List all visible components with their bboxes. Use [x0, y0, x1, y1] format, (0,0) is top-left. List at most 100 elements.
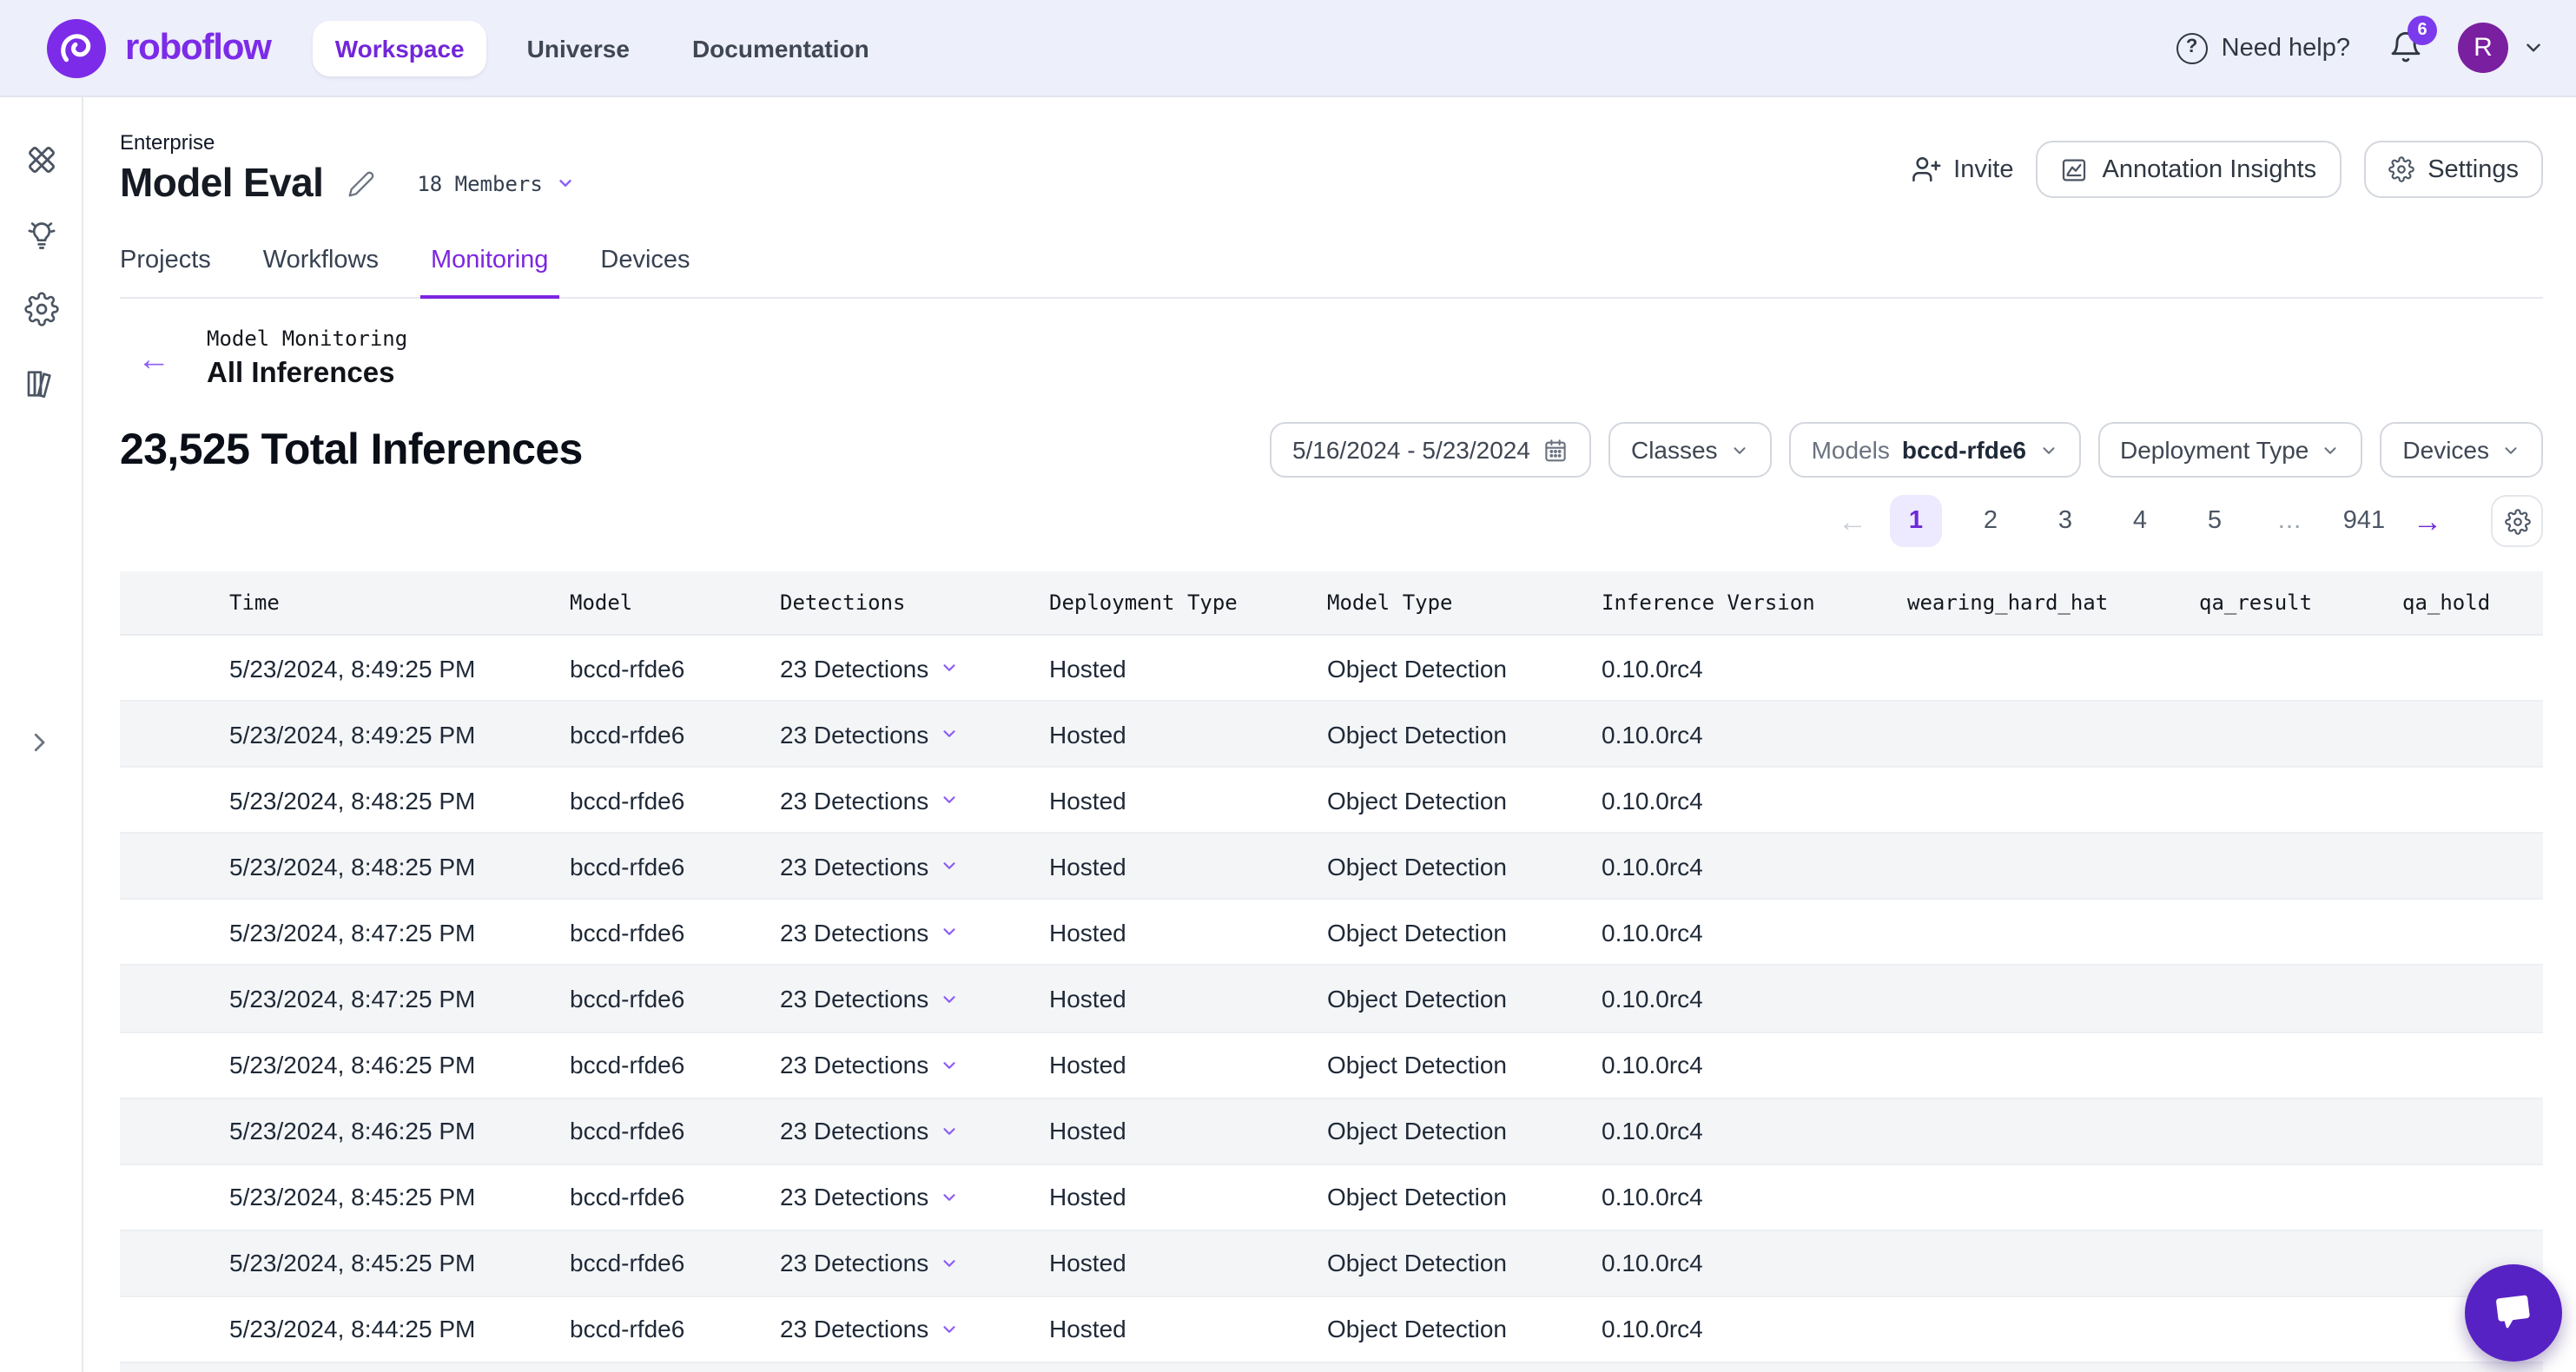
- column-header: Model Type: [1327, 590, 1602, 615]
- library-books-icon[interactable]: [23, 366, 58, 401]
- nav-link-universe[interactable]: Universe: [505, 20, 652, 76]
- table-row[interactable]: 5/23/2024, 8:46:25 PM bccd-rfde6 23 Dete…: [120, 1098, 2543, 1164]
- detections-dropdown[interactable]: 23 Detections: [780, 853, 1049, 881]
- detections-dropdown[interactable]: 23 Detections: [780, 1184, 1049, 1211]
- detections-dropdown[interactable]: 23 Detections: [780, 1316, 1049, 1343]
- lightbulb-icon[interactable]: [23, 217, 58, 252]
- chevron-down-icon: [939, 1055, 958, 1074]
- cell-deployment-type: Hosted: [1049, 720, 1327, 748]
- need-help-button[interactable]: ? Need help?: [2176, 32, 2350, 63]
- page-button-2[interactable]: 2: [1965, 495, 2017, 547]
- cell-deployment-type: Hosted: [1049, 1250, 1327, 1277]
- table-row[interactable]: 5/23/2024, 8:46:25 PM bccd-rfde6 23 Dete…: [120, 1032, 2543, 1098]
- cell-time: 5/23/2024, 8:47:25 PM: [229, 919, 570, 947]
- monitoring-header: ← Model Monitoring All Inferences: [120, 327, 2543, 391]
- next-page-arrow-icon[interactable]: →: [2413, 506, 2442, 536]
- tab-devices[interactable]: Devices: [590, 247, 700, 297]
- notifications-button[interactable]: 6: [2388, 30, 2423, 66]
- cell-model: bccd-rfde6: [570, 853, 780, 881]
- cell-deployment-type: Hosted: [1049, 853, 1327, 881]
- models-filter[interactable]: Models bccd-rfde6: [1789, 422, 2080, 478]
- detections-dropdown[interactable]: 23 Detections: [780, 919, 1049, 947]
- detections-dropdown[interactable]: 23 Detections: [780, 720, 1049, 748]
- cell-deployment-type: Hosted: [1049, 919, 1327, 947]
- edit-pencil-icon[interactable]: [347, 169, 375, 197]
- devices-filter[interactable]: Devices: [2380, 422, 2543, 478]
- user-plus-icon: [1912, 155, 1941, 184]
- table-row[interactable]: 5/23/2024, 8:48:25 PM bccd-rfde6 23 Dete…: [120, 768, 2543, 834]
- chevron-down-icon: [2321, 440, 2340, 459]
- table-row[interactable]: 5/23/2024, 8:47:25 PM bccd-rfde6 23 Dete…: [120, 966, 2543, 1032]
- pagination-row: ← 12345…941 →: [120, 495, 2543, 547]
- table-row[interactable]: 5/23/2024, 8:49:25 PM bccd-rfde6 23 Dete…: [120, 702, 2543, 768]
- table-settings-gear-button[interactable]: [2491, 495, 2543, 547]
- chevron-down-icon: [939, 724, 958, 743]
- detections-dropdown[interactable]: 23 Detections: [780, 1051, 1049, 1078]
- cell-deployment-type: Hosted: [1049, 1117, 1327, 1144]
- cell-model-type: Object Detection: [1327, 786, 1602, 814]
- cell-model: bccd-rfde6: [570, 1316, 780, 1343]
- table-row[interactable]: 5/23/2024, 8:47:25 PM bccd-rfde6 23 Dete…: [120, 900, 2543, 966]
- tab-projects[interactable]: Projects: [109, 247, 221, 297]
- nav-link-workspace[interactable]: Workspace: [313, 20, 487, 76]
- cell-model-type: Object Detection: [1327, 654, 1602, 682]
- table-row[interactable]: 5/23/2024, 8:45:25 PM bccd-rfde6 23 Dete…: [120, 1231, 2543, 1297]
- cell-time: 5/23/2024, 8:49:25 PM: [229, 654, 570, 682]
- table-row[interactable]: 5/23/2024, 8:44:25 PM bccd-rfde6 23 Dete…: [120, 1297, 2543, 1363]
- prev-page-arrow-icon[interactable]: ←: [1838, 506, 1867, 536]
- chevron-down-icon: [2038, 440, 2057, 459]
- nav-link-documentation[interactable]: Documentation: [670, 20, 892, 76]
- column-header: Inference Version: [1602, 590, 1907, 615]
- sidebar-expand-chevron-right-icon[interactable]: [26, 729, 52, 755]
- page-button-5[interactable]: 5: [2189, 495, 2241, 547]
- cell-model-type: Object Detection: [1327, 1250, 1602, 1277]
- avatar[interactable]: R: [2458, 23, 2508, 73]
- annotation-insights-button[interactable]: Annotation Insights: [2037, 141, 2342, 198]
- page-button-4[interactable]: 4: [2114, 495, 2166, 547]
- top-navbar: roboflow WorkspaceUniverseDocumentation …: [0, 0, 2576, 97]
- account-menu-chevron-down-icon[interactable]: [2522, 36, 2545, 59]
- detections-dropdown[interactable]: 23 Detections: [780, 786, 1049, 814]
- cell-inference-version: 0.10.0rc4: [1602, 853, 1907, 881]
- detections-dropdown[interactable]: 23 Detections: [780, 985, 1049, 1013]
- table-row[interactable]: 5/23/2024, 8:45:25 PM bccd-rfde6 23 Dete…: [120, 1165, 2543, 1231]
- deployment-type-filter[interactable]: Deployment Type: [2097, 422, 2362, 478]
- cell-inference-version: 0.10.0rc4: [1602, 654, 1907, 682]
- table-row[interactable]: 5/23/2024, 8:48:25 PM bccd-rfde6 23 Dete…: [120, 834, 2543, 900]
- table-row[interactable]: 5/23/2024, 8:44:25 PM bccd-rfde6 23 Dete…: [120, 1363, 2543, 1372]
- settings-gear-icon[interactable]: [23, 292, 58, 327]
- chevron-down-icon: [939, 658, 958, 677]
- column-header: Deployment Type: [1049, 590, 1327, 615]
- cell-time: 5/23/2024, 8:45:25 PM: [229, 1184, 570, 1211]
- cell-time: 5/23/2024, 8:49:25 PM: [229, 720, 570, 748]
- classes-filter[interactable]: Classes: [1608, 422, 1772, 478]
- members-dropdown[interactable]: 18 Members: [417, 171, 576, 195]
- page-button-3[interactable]: 3: [2039, 495, 2091, 547]
- back-arrow-icon[interactable]: ←: [137, 344, 170, 377]
- chevron-down-icon: [939, 1320, 958, 1339]
- inferences-table: TimeModelDetectionsDeployment TypeModel …: [120, 571, 2543, 1372]
- cell-model-type: Object Detection: [1327, 919, 1602, 947]
- settings-button[interactable]: Settings: [2363, 141, 2543, 198]
- cell-inference-version: 0.10.0rc4: [1602, 720, 1907, 748]
- total-inferences-heading: 23,525 Total Inferences: [120, 425, 583, 475]
- date-range-filter[interactable]: 5/16/2024 - 5/23/2024: [1270, 422, 1591, 478]
- chevron-down-icon: [939, 1188, 958, 1207]
- table-row[interactable]: 5/23/2024, 8:49:25 PM bccd-rfde6 23 Dete…: [120, 636, 2543, 702]
- roboflow-logo[interactable]: roboflow: [47, 18, 271, 77]
- cell-deployment-type: Hosted: [1049, 985, 1327, 1013]
- table-header-row: TimeModelDetectionsDeployment TypeModel …: [120, 571, 2543, 636]
- brand-wordmark: roboflow: [125, 27, 271, 69]
- invite-button[interactable]: Invite: [1912, 155, 2013, 184]
- chat-widget-button[interactable]: [2465, 1264, 2562, 1362]
- cell-deployment-type: Hosted: [1049, 654, 1327, 682]
- detections-dropdown[interactable]: 23 Detections: [780, 654, 1049, 682]
- cell-inference-version: 0.10.0rc4: [1602, 1117, 1907, 1144]
- tab-monitoring[interactable]: Monitoring: [420, 247, 558, 299]
- annotate-tools-icon[interactable]: [23, 142, 58, 177]
- page-button-941[interactable]: 941: [2338, 495, 2390, 547]
- detections-dropdown[interactable]: 23 Detections: [780, 1117, 1049, 1144]
- detections-dropdown[interactable]: 23 Detections: [780, 1250, 1049, 1277]
- tab-workflows[interactable]: Workflows: [253, 247, 389, 297]
- page-button-1[interactable]: 1: [1890, 495, 1942, 547]
